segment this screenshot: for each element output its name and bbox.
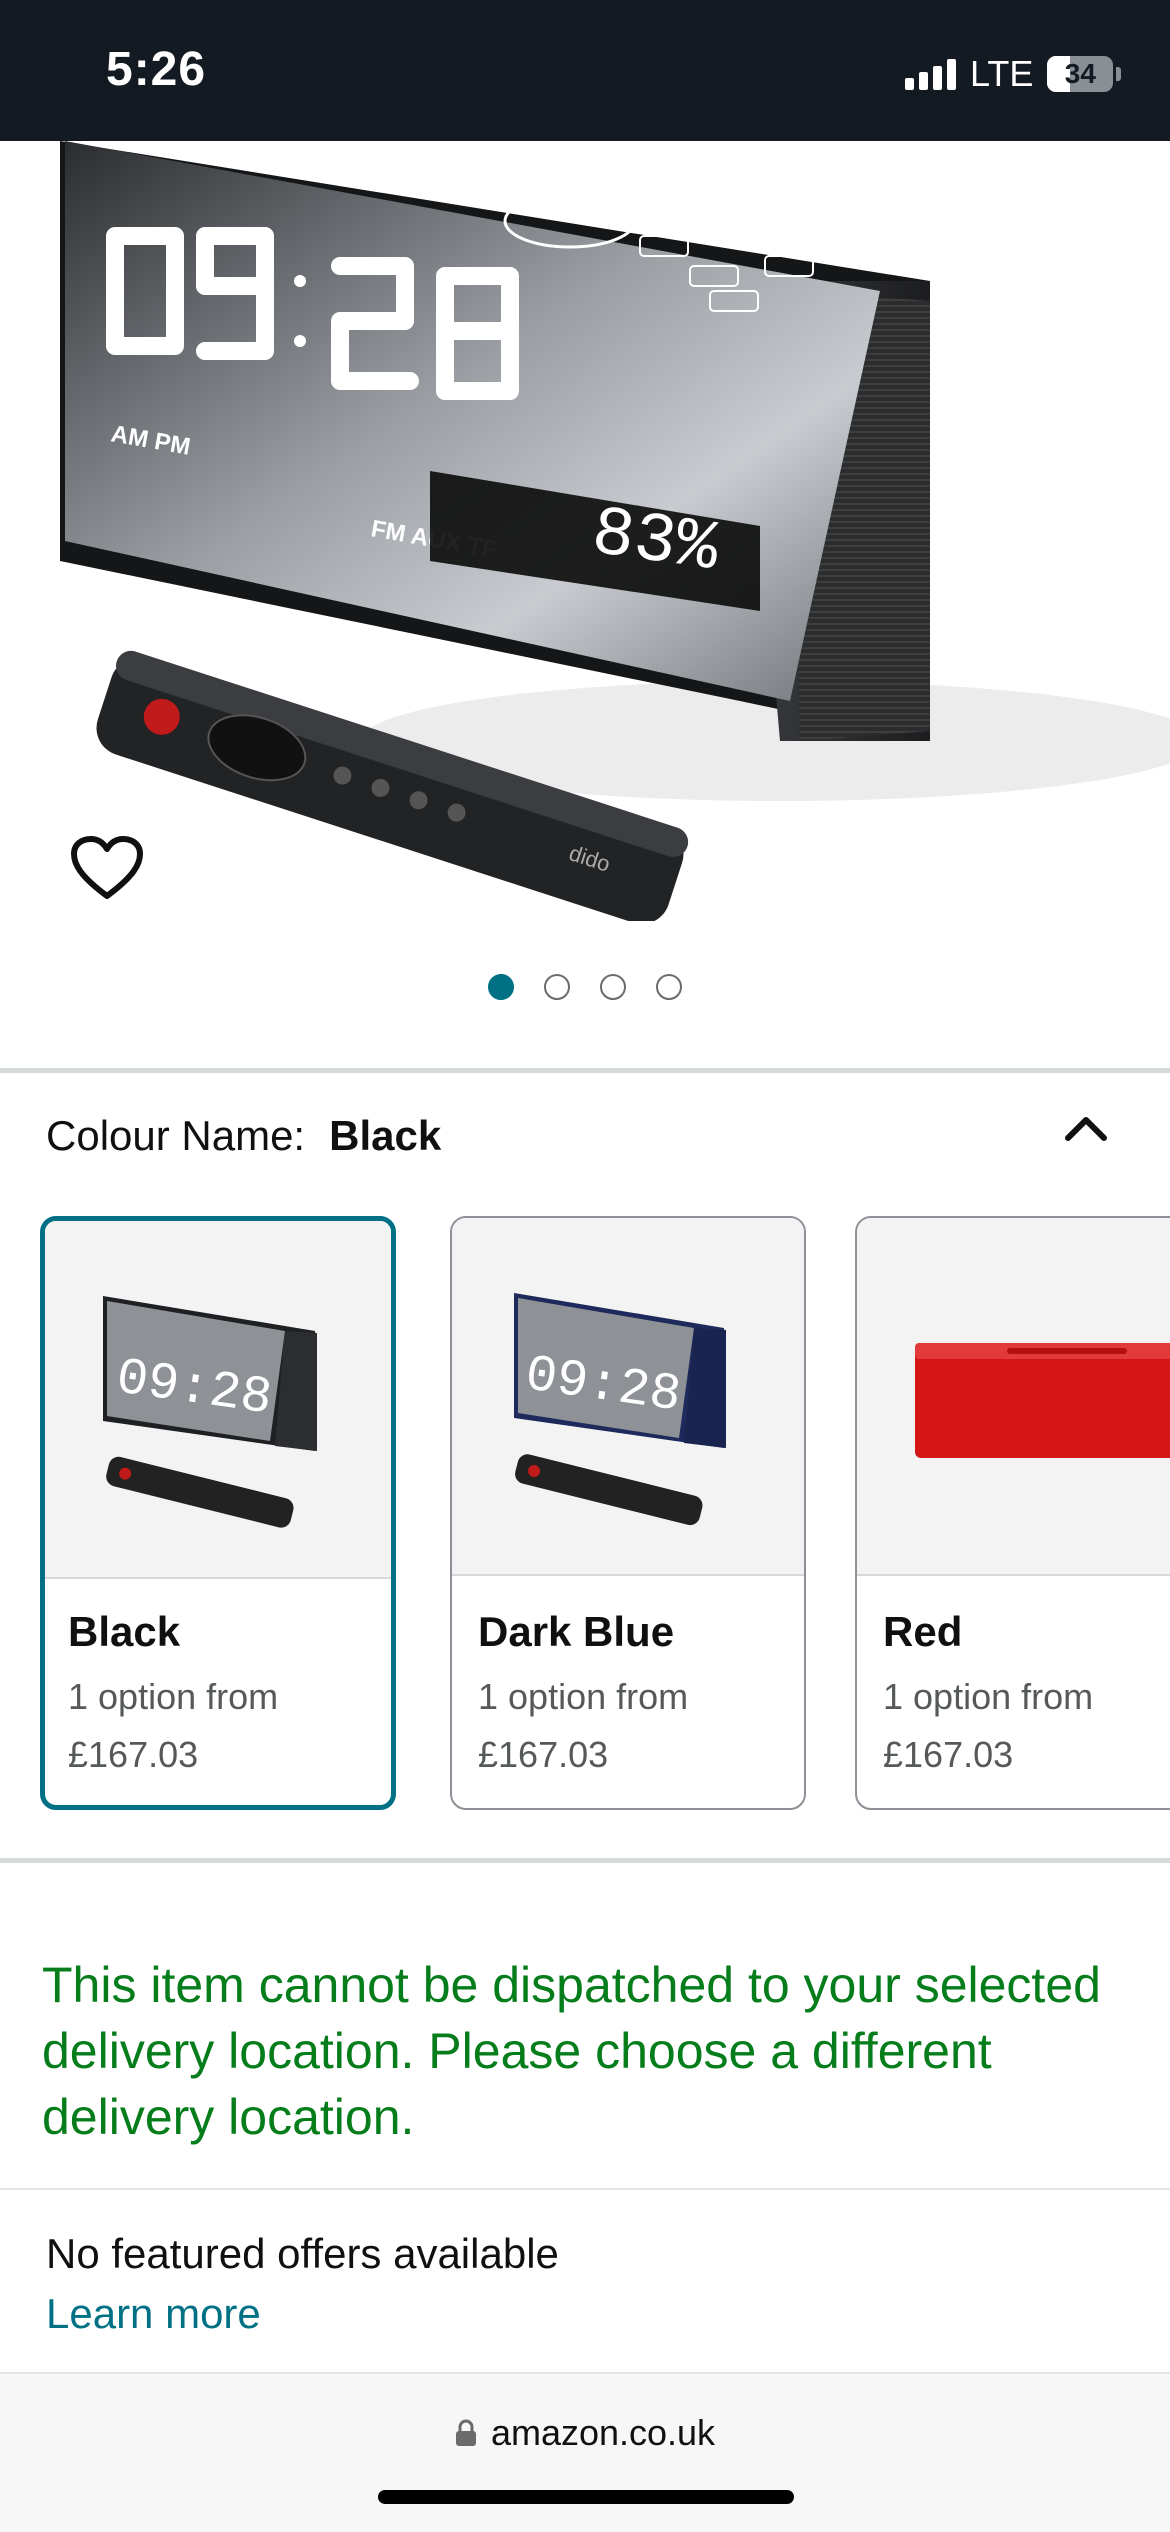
url-text: amazon.co.uk: [490, 2412, 716, 2453]
carousel-dots: [0, 974, 1170, 1000]
product-image[interactable]: AM PM FM AUX TF 83% dido: [0, 141, 1170, 921]
swatch-name: Black: [68, 1608, 181, 1655]
swatch-price: £167.03: [68, 1734, 199, 1775]
heart-outline-icon: [71, 836, 143, 899]
colour-label: Colour Name:: [46, 1112, 306, 1159]
network-type: LTE: [970, 53, 1034, 94]
swatch-option-text: 1 option from: [68, 1676, 279, 1717]
swatch-name: Red: [883, 1608, 963, 1655]
colour-name-row: Colour Name: Black: [46, 1112, 441, 1160]
swatch-image: 09:28: [45, 1221, 391, 1579]
swatch-image: [857, 1218, 1170, 1576]
section-divider: [0, 2188, 1170, 2190]
swatch-name: Dark Blue: [478, 1608, 675, 1655]
carousel-dot[interactable]: [488, 974, 514, 1000]
chevron-up-icon: [1065, 1117, 1107, 1141]
colour-collapse-button[interactable]: [1062, 1108, 1110, 1148]
learn-more-link[interactable]: Learn more: [46, 2290, 261, 2338]
no-offers-text: No featured offers available: [46, 2230, 559, 2277]
carousel-dot[interactable]: [544, 974, 570, 1000]
product-photo-alarm-clock-speaker: AM PM FM AUX TF 83% dido: [60, 141, 1170, 921]
swatch-price: £167.03: [883, 1734, 1014, 1775]
status-bar: 5:26 LTE 34: [0, 0, 1170, 141]
status-time: 5:26: [106, 43, 207, 96]
swatch-black[interactable]: 09:28 Black 1 option from £167.03: [40, 1216, 396, 1810]
carousel-dot[interactable]: [600, 974, 626, 1000]
swatch-red[interactable]: Red 1 option from £167.03: [855, 1216, 1170, 1810]
swatch-dark-blue[interactable]: 09:28 Dark Blue 1 option from £167.03: [450, 1216, 806, 1810]
swatch-option-text: 1 option from: [478, 1676, 689, 1717]
lock-icon: [455, 2419, 476, 2446]
cellular-signal-icon: [905, 58, 956, 90]
delivery-unavailable-message: This item cannot be dispatched to your s…: [42, 1957, 1101, 2145]
section-divider: [0, 1068, 1170, 1073]
colour-selected-value: Black: [329, 1112, 442, 1159]
status-indicators: LTE 34: [905, 50, 1122, 98]
swatch-price: £167.03: [478, 1734, 609, 1775]
swatch-image: 09:28: [452, 1218, 804, 1576]
home-indicator[interactable]: [378, 2490, 794, 2504]
section-divider: [0, 1858, 1170, 1863]
battery-percent: 34: [1064, 58, 1096, 89]
carousel-dot[interactable]: [656, 974, 682, 1000]
battery-icon: 34: [1047, 56, 1114, 92]
browser-url-bar[interactable]: amazon.co.uk: [0, 2374, 1170, 2532]
wishlist-button[interactable]: [70, 836, 144, 902]
battery-nub: [1116, 67, 1122, 81]
swatch-option-text: 1 option from: [883, 1676, 1094, 1717]
